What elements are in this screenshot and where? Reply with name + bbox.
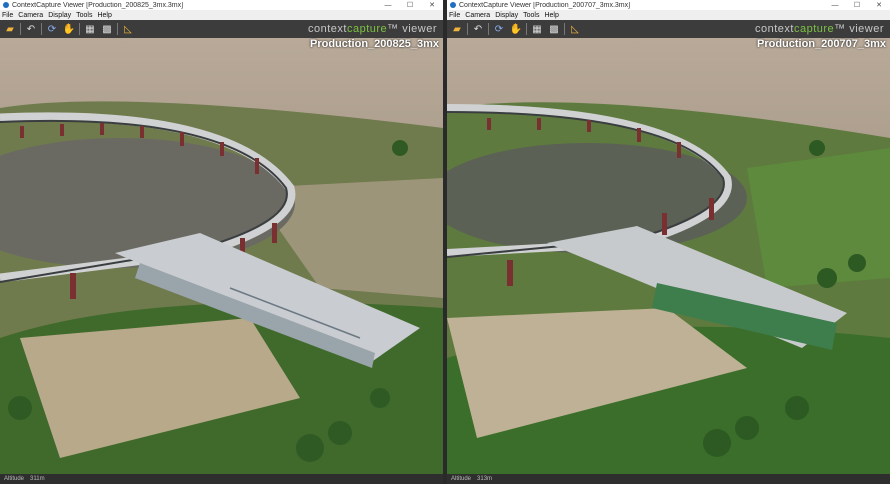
app-icon bbox=[450, 2, 456, 8]
window-title: ContextCapture Viewer [Production_200707… bbox=[459, 1, 631, 9]
minimize-button[interactable]: — bbox=[377, 2, 399, 9]
undo-icon[interactable]: ↶ bbox=[471, 22, 485, 36]
scene-render bbox=[447, 38, 890, 474]
scene-name-label: Production_200707_3mx bbox=[756, 38, 886, 50]
close-button[interactable]: ✕ bbox=[421, 1, 443, 9]
menu-bar: File Camera Display Tools Help bbox=[447, 10, 890, 20]
texture-icon[interactable]: ▩ bbox=[100, 22, 114, 36]
brand-logo: contextcapture™ viewer bbox=[307, 23, 437, 35]
toolbar: ▰ ↶ ⟳ ✋ ▦ ▩ ◺ contextcapture™ viewer bbox=[0, 20, 443, 38]
scene-render bbox=[0, 38, 443, 474]
folder-open-icon[interactable]: ▰ bbox=[450, 22, 464, 36]
texture-icon[interactable]: ▩ bbox=[547, 22, 561, 36]
status-bar: Altitude 313m bbox=[447, 474, 890, 484]
rotate-icon[interactable]: ⟳ bbox=[492, 22, 506, 36]
scene-name-label: Production_200825_3mx bbox=[309, 38, 439, 50]
pan-hand-icon[interactable]: ✋ bbox=[509, 22, 523, 36]
menu-display[interactable]: Display bbox=[48, 12, 71, 19]
altitude-label: Altitude bbox=[4, 476, 25, 482]
maximize-button[interactable]: ☐ bbox=[399, 1, 421, 9]
toolbar-separator bbox=[79, 23, 80, 35]
altitude-value: 313m bbox=[477, 476, 493, 482]
menu-tools[interactable]: Tools bbox=[523, 12, 539, 19]
toolbar-separator bbox=[20, 23, 21, 35]
toolbar-separator bbox=[564, 23, 565, 35]
pan-hand-icon[interactable]: ✋ bbox=[62, 22, 76, 36]
app-icon bbox=[3, 2, 9, 8]
window-title: ContextCapture Viewer [Production_200825… bbox=[12, 1, 184, 9]
close-button[interactable]: ✕ bbox=[868, 1, 890, 9]
altitude-value: 311m bbox=[30, 476, 45, 482]
3d-viewport[interactable]: Production_200707_3mx bbox=[447, 38, 890, 474]
title-bar: ContextCapture Viewer [Production_200707… bbox=[447, 0, 890, 10]
viewer-window-left: ContextCapture Viewer [Production_200825… bbox=[0, 0, 443, 484]
measure-icon[interactable]: ◺ bbox=[121, 22, 135, 36]
3d-viewport[interactable]: Production_200825_3mx bbox=[0, 38, 443, 474]
menu-help[interactable]: Help bbox=[97, 12, 111, 19]
checkerboard-icon[interactable]: ▦ bbox=[83, 22, 97, 36]
menu-camera[interactable]: Camera bbox=[18, 12, 43, 19]
folder-open-icon[interactable]: ▰ bbox=[3, 22, 17, 36]
toolbar-separator bbox=[117, 23, 118, 35]
checkerboard-icon[interactable]: ▦ bbox=[530, 22, 544, 36]
toolbar-separator bbox=[488, 23, 489, 35]
maximize-button[interactable]: ☐ bbox=[846, 1, 868, 9]
menu-tools[interactable]: Tools bbox=[76, 12, 92, 19]
altitude-label: Altitude bbox=[451, 476, 472, 482]
menu-display[interactable]: Display bbox=[495, 12, 518, 19]
status-bar: Altitude 311m bbox=[0, 474, 443, 484]
menu-camera[interactable]: Camera bbox=[465, 12, 490, 19]
brand-logo: contextcapture™ viewer bbox=[754, 23, 884, 35]
toolbar-separator bbox=[526, 23, 527, 35]
undo-icon[interactable]: ↶ bbox=[24, 22, 38, 36]
menu-bar: File Camera Display Tools Help bbox=[0, 10, 443, 20]
menu-file[interactable]: File bbox=[2, 12, 13, 19]
toolbar-separator bbox=[41, 23, 42, 35]
title-bar: ContextCapture Viewer [Production_200825… bbox=[0, 0, 443, 10]
minimize-button[interactable]: — bbox=[824, 2, 846, 9]
toolbar: ▰ ↶ ⟳ ✋ ▦ ▩ ◺ contextcapture™ viewer bbox=[447, 20, 890, 38]
measure-icon[interactable]: ◺ bbox=[568, 22, 582, 36]
menu-file[interactable]: File bbox=[449, 12, 460, 19]
menu-help[interactable]: Help bbox=[544, 12, 558, 19]
rotate-icon[interactable]: ⟳ bbox=[45, 22, 59, 36]
viewer-window-right: ContextCapture Viewer [Production_200707… bbox=[447, 0, 890, 484]
toolbar-separator bbox=[467, 23, 468, 35]
